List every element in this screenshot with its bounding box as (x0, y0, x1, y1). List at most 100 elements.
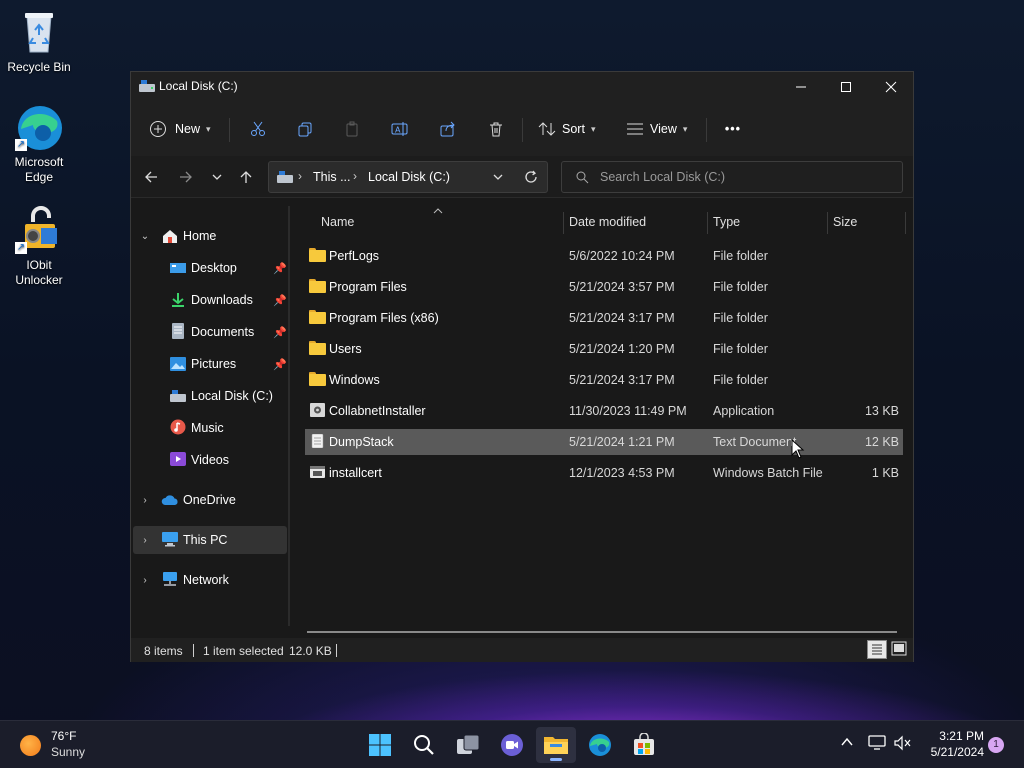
desktop-icon-iobit-unlocker[interactable]: ↗ IObit Unlocker (1, 206, 77, 288)
file-type: File folder (713, 280, 768, 294)
edge-label-line1: Microsoft (14, 155, 64, 169)
nav-item-documents[interactable]: Documents 📌 (133, 318, 287, 346)
file-name: installcert (329, 466, 382, 480)
nav-item-pictures[interactable]: Pictures 📌 (133, 350, 287, 378)
copy-button[interactable] (294, 114, 316, 144)
nav-item-network[interactable]: › Network (133, 566, 287, 594)
details-view-button[interactable] (867, 640, 887, 659)
iobit-label-line2: Unlocker (15, 273, 63, 287)
nav-item-onedrive[interactable]: › OneDrive (133, 486, 287, 514)
file-explorer-icon (544, 737, 568, 754)
chevron-right-icon[interactable]: › (139, 574, 151, 586)
volume-tray-button[interactable] (894, 735, 914, 755)
chevron-down-icon[interactable] (492, 173, 504, 183)
file-type: Application (713, 404, 775, 418)
forward-button[interactable] (174, 166, 198, 188)
chat-button[interactable] (492, 727, 532, 763)
nav-item-videos[interactable]: Videos (133, 446, 287, 474)
search-input[interactable] (600, 169, 890, 185)
desktop-icon-edge[interactable]: ↗ Microsoft Edge (1, 103, 77, 185)
column-header-type[interactable]: Type (713, 208, 827, 236)
file-row[interactable]: Windows 5/21/2024 3:17 PM File folder (305, 367, 903, 393)
delete-button[interactable] (485, 114, 507, 144)
new-button[interactable]: New ▾ (149, 114, 215, 144)
chevron-down-icon[interactable]: ⌄ (139, 230, 151, 242)
file-size: 13 KB (864, 404, 899, 418)
maximize-button[interactable] (823, 72, 869, 102)
column-header-name[interactable]: Name (321, 208, 561, 236)
up-button[interactable] (234, 166, 258, 188)
clock[interactable]: 3:21 PM 5/21/2024 (920, 727, 984, 763)
file-explorer-taskbar-button[interactable] (536, 727, 576, 763)
nav-item-music[interactable]: Music (133, 414, 287, 442)
file-row[interactable]: Program Files 5/21/2024 3:57 PM File fol… (305, 274, 903, 300)
nav-item-home[interactable]: ⌄ Home (133, 222, 287, 250)
pin-icon[interactable]: 📌 (273, 294, 287, 307)
weather-widget[interactable]: 76°F Sunny (14, 727, 104, 763)
sort-label: Sort (562, 122, 585, 136)
close-button[interactable] (868, 72, 914, 102)
file-date: 12/1/2023 4:53 PM (569, 466, 675, 480)
minimize-button[interactable] (778, 72, 824, 102)
store-bag-icon (634, 733, 654, 755)
sort-button[interactable]: Sort ▾ (538, 114, 602, 144)
chevron-right-icon[interactable]: › (139, 534, 151, 546)
back-button[interactable] (139, 166, 163, 188)
column-header-date[interactable]: Date modified (569, 208, 707, 236)
nav-item-downloads[interactable]: Downloads 📌 (133, 286, 287, 314)
computer-icon (162, 532, 178, 547)
task-view-icon (457, 734, 480, 754)
file-row-selected[interactable]: DumpStack 5/21/2024 1:21 PM Text Documen… (305, 429, 903, 455)
nav-item-desktop[interactable]: Desktop 📌 (133, 254, 287, 282)
refresh-icon[interactable] (524, 170, 538, 184)
task-view-button[interactable] (448, 727, 488, 763)
column-header-size[interactable]: Size (833, 208, 903, 236)
breadcrumb-this-pc[interactable]: This ... (313, 170, 351, 184)
share-button[interactable] (437, 114, 459, 144)
file-row[interactable]: installcert 12/1/2023 4:53 PM Windows Ba… (305, 460, 903, 486)
pin-icon[interactable]: 📌 (273, 262, 287, 275)
column-divider[interactable] (563, 212, 564, 234)
column-divider[interactable] (827, 212, 828, 234)
file-row[interactable]: Users 5/21/2024 1:20 PM File folder (305, 336, 903, 362)
network-tray-button[interactable] (868, 735, 888, 755)
view-button[interactable]: View ▾ (626, 114, 692, 144)
notification-badge[interactable]: 1 (988, 737, 1004, 753)
column-divider[interactable] (707, 212, 708, 234)
title-bar[interactable]: Local Disk (C:) (131, 72, 913, 102)
weather-description: Sunny (51, 745, 86, 759)
start-button[interactable] (360, 727, 400, 763)
nav-onedrive-label: OneDrive (183, 493, 236, 507)
view-lines-icon (627, 123, 643, 135)
nav-scrollbar[interactable] (288, 206, 290, 626)
chevron-right-icon[interactable]: › (139, 494, 151, 506)
file-row[interactable]: CollabnetInstaller 11/30/2023 11:49 PM A… (305, 398, 903, 424)
nav-music-label: Music (191, 421, 224, 435)
file-row[interactable]: Program Files (x86) 5/21/2024 3:17 PM Fi… (305, 305, 903, 331)
drive-icon (277, 171, 293, 183)
desktop-icon-recycle-bin[interactable]: Recycle Bin (1, 8, 77, 75)
edge-taskbar-button[interactable] (580, 727, 620, 763)
pin-icon[interactable]: 📌 (273, 358, 287, 371)
show-hidden-icons-button[interactable] (840, 735, 860, 755)
paste-button[interactable] (341, 114, 363, 144)
horizontal-scrollbar[interactable] (307, 631, 897, 633)
breadcrumb-separator-icon: › (298, 169, 302, 183)
taskbar-search-button[interactable] (404, 727, 444, 763)
nav-item-local-disk[interactable]: Local Disk (C:) (133, 382, 287, 410)
more-options-button[interactable]: ••• (721, 114, 745, 144)
breadcrumb-local-disk[interactable]: Local Disk (C:) (368, 170, 450, 184)
search-box[interactable] (561, 161, 903, 193)
store-taskbar-button[interactable] (624, 727, 664, 763)
large-icons-view-button[interactable] (890, 640, 908, 659)
file-date: 5/21/2024 1:21 PM (569, 435, 675, 449)
cut-button[interactable] (247, 114, 269, 144)
video-icon (170, 452, 186, 466)
file-row[interactable]: PerfLogs 5/6/2022 10:24 PM File folder (305, 243, 903, 269)
address-bar[interactable]: › This ... › Local Disk (C:) (268, 161, 548, 193)
nav-item-this-pc[interactable]: › This PC (133, 526, 287, 554)
column-divider[interactable] (905, 212, 906, 234)
pin-icon[interactable]: 📌 (273, 326, 287, 339)
rename-button[interactable]: A (389, 114, 411, 144)
recent-locations-button[interactable] (205, 166, 229, 188)
